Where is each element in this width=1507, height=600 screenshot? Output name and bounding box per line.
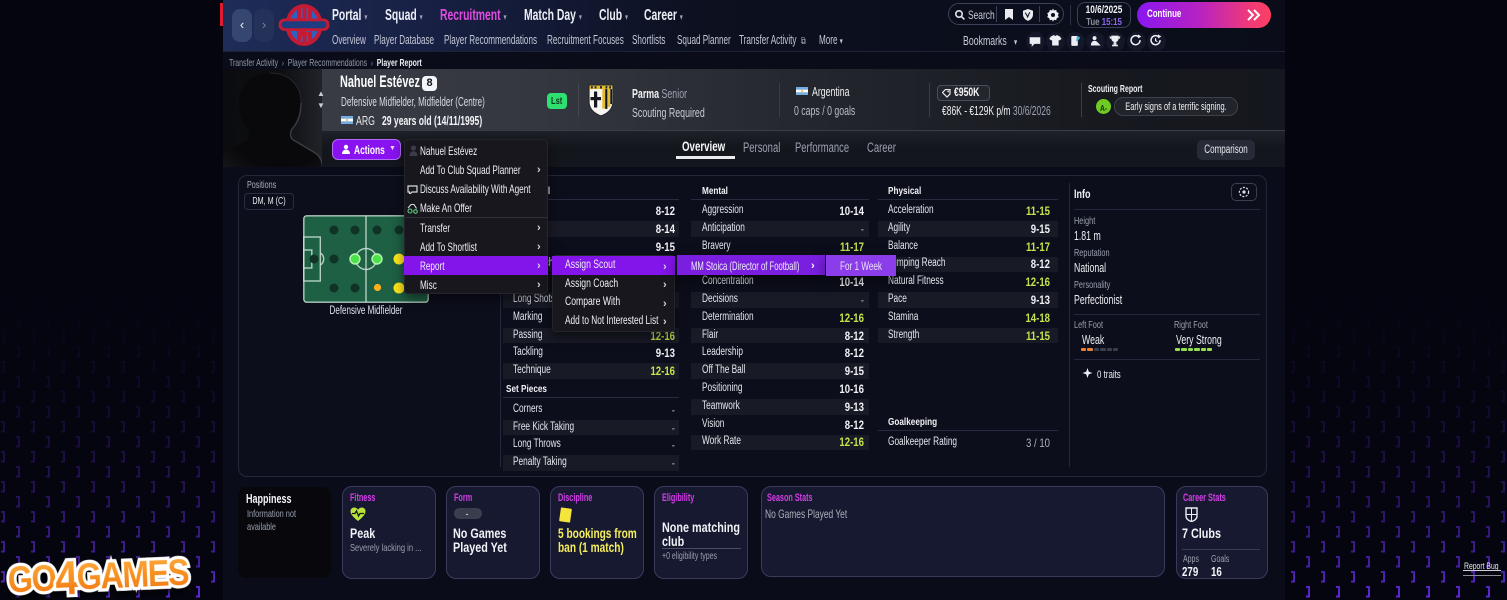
svg-text:GO4GAMES: GO4GAMES	[7, 547, 190, 600]
